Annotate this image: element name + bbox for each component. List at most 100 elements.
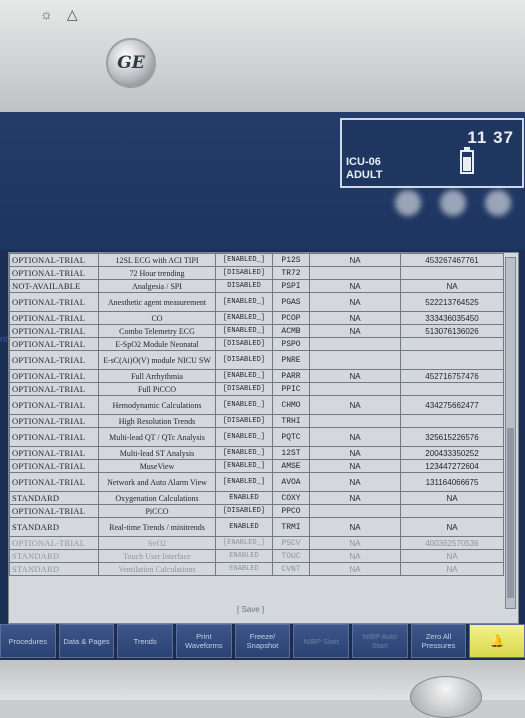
option-code-cell: COXY [272,491,310,505]
option-key-cell [400,266,504,280]
option-code-cell: PSCV [272,536,310,550]
option-row[interactable]: OPTIONAL-TRIAL Hemodynamic Calculations [E… [9,395,504,415]
ge-logo: GE [106,38,156,88]
option-row[interactable]: OPTIONAL-TRIAL Multi-lead ST Analysis [ENA… [9,446,504,460]
option-row[interactable]: OPTIONAL-TRIAL Full PiCCO [DISABLED] PPIC [9,382,504,396]
option-row[interactable]: OPTIONAL-TRIAL Anesthetic agent measureme… [9,292,504,312]
option-row[interactable]: STANDARD Touch User Interface ENABLED TOUC N… [9,549,504,563]
option-status-cell: OPTIONAL-TRIAL [9,504,99,518]
screen-glare [440,190,466,216]
softkey-button[interactable]: Zero All Pressures [410,624,467,658]
option-state-cell: [ENABLED_] [215,427,273,447]
softkey-button[interactable]: NIBP Start [293,624,350,658]
option-code-cell: AVOA [272,472,310,492]
option-row[interactable]: STANDARD Ventilation Calculations ENABLED C… [9,562,504,576]
option-row[interactable]: OPTIONAL-TRIAL 12SL ECG with ACI TIPI [ENA… [9,253,504,267]
option-na-cell: NA [309,517,401,537]
trim-knob[interactable] [410,676,482,718]
option-key-cell: 513076136026 [400,324,504,338]
option-na-cell: NA [309,536,401,550]
option-state-cell: ENABLED [215,549,273,563]
option-na-cell: NA [309,491,401,505]
option-row[interactable]: OPTIONAL-TRIAL MuseView [ENABLED_] AMSE NA 12… [9,459,504,473]
option-na-cell [309,350,401,370]
scrollbar-thumb[interactable] [507,428,514,598]
option-name-cell: E-sC(Ai)O(V) module NICU SW [98,350,216,370]
option-status-cell: OPTIONAL-TRIAL [9,311,99,325]
option-row[interactable]: STANDARD Real-time Trends / minitrends ENA… [9,517,504,537]
option-name-cell: Ventilation Calculations [98,562,216,576]
option-key-cell: NA [400,549,504,563]
option-row[interactable]: OPTIONAL-TRIAL Combo Telemetry ECG [ENABLE… [9,324,504,338]
option-status-cell: OPTIONAL-TRIAL [9,350,99,370]
option-name-cell: Multi-lead ST Analysis [98,446,216,460]
option-state-cell: [ENABLED_] [215,472,273,492]
option-name-cell: Network and Auto Alarm View [98,472,216,492]
softkey-button[interactable]: Freeze/ Snapshot [234,624,291,658]
option-code-cell: PCOP [272,311,310,325]
option-row[interactable]: OPTIONAL-TRIAL E-SpO2 Module Neonatal [DIS… [9,337,504,351]
option-name-cell: 12SL ECG with ACI TIPI [98,253,216,267]
option-na-cell: NA [309,427,401,447]
softkey-button[interactable]: Data & Pages [58,624,115,658]
option-code-cell: CHMO [272,395,310,415]
option-key-cell [400,504,504,518]
option-row[interactable]: OPTIONAL-TRIAL Network and Auto Alarm Vie… [9,472,504,492]
option-key-cell: 452716757476 [400,369,504,383]
option-row[interactable]: OPTIONAL-TRIAL High Resolution Trends [DIS… [9,414,504,428]
softkey-button[interactable]: Procedures [0,624,56,658]
option-na-cell: NA [309,549,401,563]
option-row[interactable]: OPTIONAL-TRIAL 72 Hour trending [DISABLED]… [9,266,504,280]
bed-status-box: ICU-06 ADULT 11 37 [340,118,524,188]
save-button[interactable]: [ Save ] [237,605,264,614]
option-state-cell: ENABLED [215,491,273,505]
option-name-cell: Oxygenation Calculations [98,491,216,505]
option-row[interactable]: OPTIONAL-TRIAL PiCCO [DISABLED] PPCO [9,504,504,518]
option-row[interactable]: OPTIONAL-TRIAL CO [ENABLED_] PCOP NA 33343603… [9,311,504,325]
option-na-cell: NA [309,253,401,267]
option-row[interactable]: OPTIONAL-TRIAL E-sC(Ai)O(V) module NICU S… [9,350,504,370]
softkey-button[interactable]: Trends [117,624,174,658]
option-status-cell: OPTIONAL-TRIAL [9,459,99,473]
brightness-icon: ☼ [40,6,67,22]
option-row[interactable]: NOT-AVAILABLE Analgesia / SPI DISABLED PSPI… [9,279,504,293]
option-key-cell: 200433350252 [400,446,504,460]
alarm-bell-icon[interactable]: 🔔 [469,624,525,658]
option-status-cell: STANDARD [9,549,99,563]
option-name-cell: High Resolution Trends [98,414,216,428]
bed-label: ICU-06 [346,156,381,168]
option-state-cell: [DISABLED] [215,504,273,518]
option-code-cell: PSPO [272,337,310,351]
option-status-cell: STANDARD [9,491,99,505]
option-na-cell [309,382,401,396]
option-na-cell: NA [309,459,401,473]
option-key-cell: 131164066675 [400,472,504,492]
screen-glare [395,190,421,216]
clock: 11 37 [467,128,514,147]
table-scrollbar[interactable] [505,257,516,609]
option-state-cell: [ENABLED_] [215,253,273,267]
option-state-cell: [ENABLED_] [215,446,273,460]
option-row[interactable]: OPTIONAL-TRIAL SvO2 [ENABLED_] PSCV NA 400362… [9,536,504,550]
option-status-cell: OPTIONAL-TRIAL [9,395,99,415]
battery-icon [460,147,474,174]
warning-triangle-icon: △ [66,6,92,22]
option-state-cell: [ENABLED_] [215,324,273,338]
option-code-cell: PPIC [272,382,310,396]
option-code-cell: PPCO [272,504,310,518]
option-code-cell: TRMI [272,517,310,537]
option-state-cell: ENABLED [215,562,273,576]
option-key-cell: NA [400,517,504,537]
softkey-button[interactable]: Print Waveforms [176,624,232,658]
option-row[interactable]: OPTIONAL-TRIAL Multi-lead QT / QTc Analys… [9,427,504,447]
option-row[interactable]: STANDARD Oxygenation Calculations ENABLED C… [9,491,504,505]
option-status-cell: OPTIONAL-TRIAL [9,446,99,460]
option-code-cell: PSPI [272,279,310,293]
option-row[interactable]: OPTIONAL-TRIAL Full Arrhythmia [ENABLED_] P… [9,369,504,383]
option-na-cell: NA [309,292,401,312]
bezel-status-icons: ☼△ [40,6,92,23]
option-key-cell: 400362570536 [400,536,504,550]
option-name-cell: Touch User Interface [98,549,216,563]
screen-header: ICU-06 ADULT 11 37 [0,112,525,250]
softkey-button[interactable]: NIBP Auto Start [352,624,408,658]
